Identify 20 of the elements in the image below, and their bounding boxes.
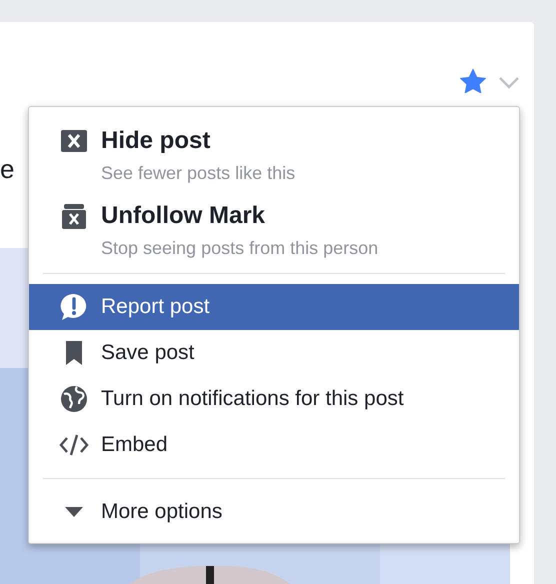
- menu-item-title[interactable]: Unfollow Mark: [101, 202, 378, 230]
- menu-item[interactable]: Turn on notifications for this post: [29, 376, 519, 422]
- star-icon[interactable]: [460, 68, 486, 92]
- code-icon: [59, 434, 89, 456]
- archive-close-icon: [60, 204, 88, 230]
- more-options-item[interactable]: More options: [29, 489, 519, 535]
- menu-item[interactable]: Hide post See fewer posts like this: [29, 113, 519, 188]
- menu-item[interactable]: Embed: [29, 422, 519, 468]
- bookmark-icon: [64, 340, 84, 366]
- menu-item[interactable]: Unfollow Mark Stop seeing posts from this person: [29, 188, 519, 263]
- menu-item-subtitle: Stop seeing posts from this person: [101, 238, 378, 259]
- report-icon: [60, 293, 88, 321]
- post-text: e: [0, 154, 14, 184]
- menu-item[interactable]: Save post: [29, 330, 519, 376]
- menu-item-subtitle: See fewer posts like this: [101, 163, 296, 184]
- menu-item-title[interactable]: Hide post: [101, 127, 296, 155]
- menu-item[interactable]: Report post: [29, 284, 519, 330]
- globe-icon: [60, 385, 88, 413]
- caret-icon: [64, 506, 84, 518]
- close-icon: [60, 129, 88, 153]
